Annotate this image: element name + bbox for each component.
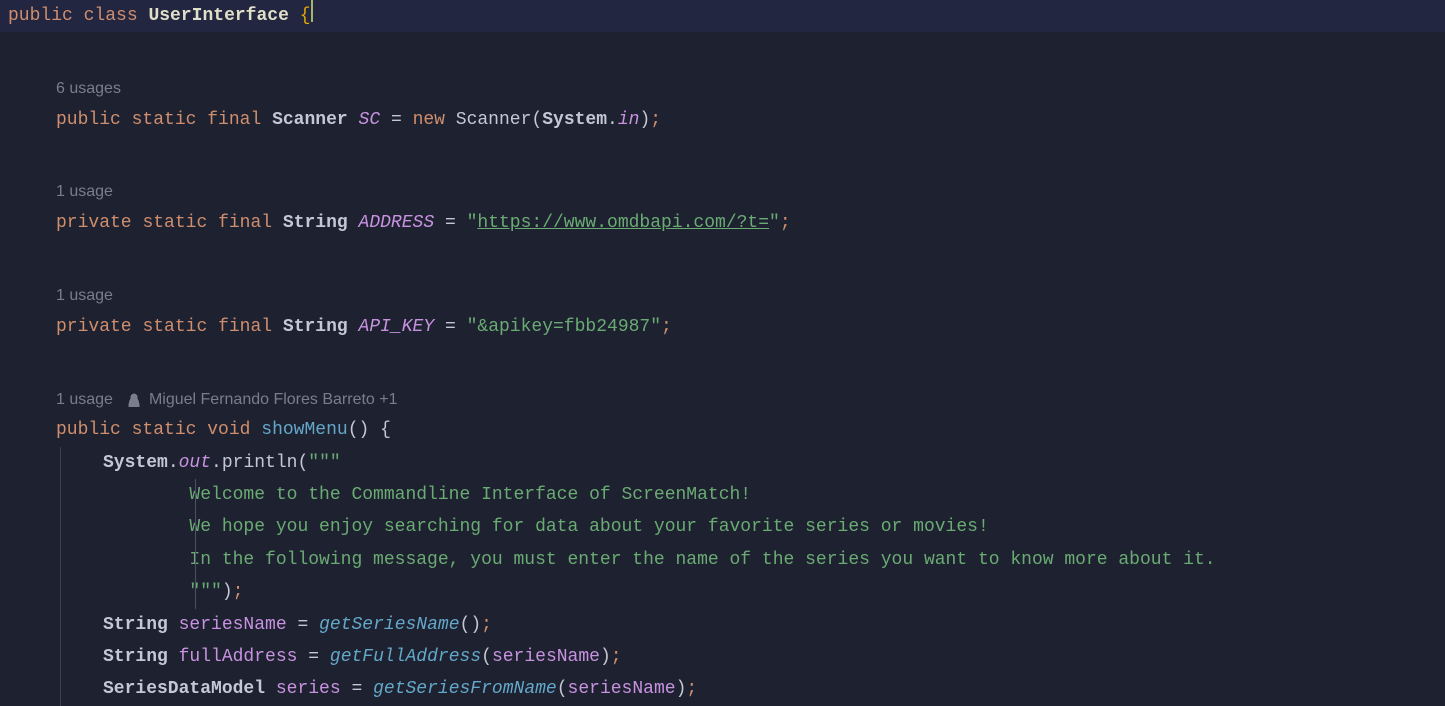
code-line-field-address[interactable]: private static final String ADDRESS = "h… [8, 207, 1445, 239]
brace-open: { [300, 6, 311, 26]
code-line-method-decl[interactable]: public static void showMenu() { [8, 414, 1445, 446]
field-sc: SC [359, 110, 381, 130]
code-line-field-apikey[interactable]: private static final String API_KEY = "&… [8, 311, 1445, 343]
code-line-class-decl[interactable]: public class UserInterface { [0, 0, 1445, 32]
code-line-textblock[interactable]: We hope you enjoy searching for data abo… [8, 511, 1445, 543]
usages-text: 6 usages [56, 75, 121, 104]
usages-text: 1 usage [56, 386, 113, 415]
code-line-textblock[interactable]: Welcome to the Commandline Interface of … [8, 479, 1445, 511]
field-apikey: API_KEY [359, 317, 435, 337]
code-line-var-seriesname[interactable]: String seriesName = getSeriesName(); [8, 609, 1445, 641]
usages-text: 1 usage [56, 282, 113, 311]
string-indent-guide [195, 479, 196, 609]
string-url[interactable]: https://www.omdbapi.com/?t= [477, 213, 769, 233]
kw-class: class [84, 6, 138, 26]
string-apikey: &apikey=fbb24987 [477, 317, 650, 337]
inlay-hint-address[interactable]: 1 usage [8, 178, 1445, 207]
code-line-println[interactable]: System.out.println(""" [8, 447, 1445, 479]
inlay-hint-apikey[interactable]: 1 usage [8, 282, 1445, 311]
field-address: ADDRESS [359, 213, 435, 233]
code-line-empty[interactable] [8, 136, 1445, 168]
code-line-textblock-close[interactable]: """); [8, 576, 1445, 608]
code-line-empty[interactable] [8, 32, 1445, 64]
code-line-var-fulladdress[interactable]: String fullAddress = getFullAddress(seri… [8, 641, 1445, 673]
code-editor[interactable]: public class UserInterface { 6 usages pu… [0, 0, 1445, 706]
code-line-field-sc[interactable]: public static final Scanner SC = new Sca… [8, 104, 1445, 136]
text-block: Welcome to the Commandline Interface of … [8, 479, 1445, 609]
class-name: UserInterface [148, 6, 288, 26]
code-line-var-series[interactable]: SeriesDataModel series = getSeriesFromNa… [8, 673, 1445, 705]
inlay-hint-sc[interactable]: 6 usages [8, 75, 1445, 104]
code-line-textblock[interactable]: In the following message, you must enter… [8, 544, 1445, 576]
method-body: System.out.println(""" Welcome to the Co… [8, 447, 1445, 706]
person-icon [127, 393, 141, 407]
kw-public: public [8, 6, 73, 26]
code-line-empty[interactable] [8, 240, 1445, 272]
caret [311, 0, 313, 22]
author-block[interactable]: Miguel Fernando Flores Barreto +1 [127, 386, 398, 415]
code-line-empty[interactable] [8, 343, 1445, 375]
inlay-hint-showmenu[interactable]: 1 usage Miguel Fernando Flores Barreto +… [8, 386, 1445, 415]
usages-text: 1 usage [56, 178, 113, 207]
author-text: Miguel Fernando Flores Barreto +1 [149, 386, 398, 415]
method-name: showMenu [261, 420, 347, 440]
